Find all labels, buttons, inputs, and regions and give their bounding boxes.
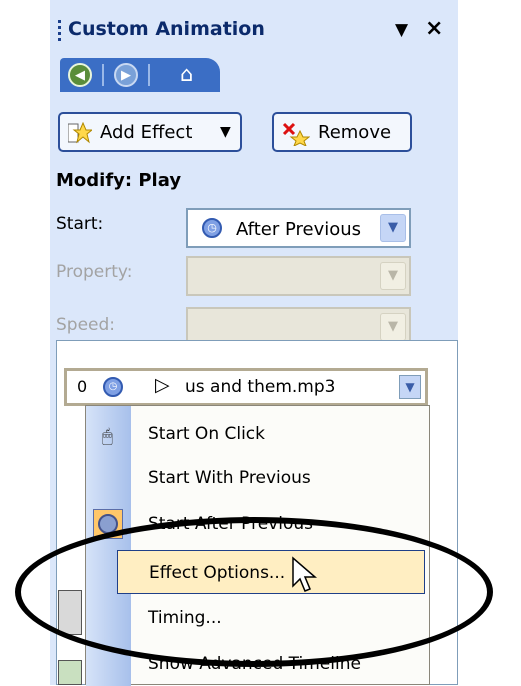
nav-separator bbox=[148, 64, 150, 86]
back-icon[interactable]: ◀ bbox=[68, 63, 92, 87]
drag-grip[interactable] bbox=[58, 20, 61, 44]
home-icon[interactable]: ⌂ bbox=[180, 62, 193, 86]
remove-effect-icon bbox=[282, 122, 310, 146]
forward-icon[interactable]: ▶ bbox=[114, 63, 138, 87]
add-effect-button[interactable]: Add Effect ▼ bbox=[58, 112, 242, 152]
add-effect-label: Add Effect bbox=[100, 122, 193, 143]
pane-navigation-bar: ◀ ▶ ⌂ bbox=[60, 58, 220, 92]
chevron-down-icon[interactable]: ▼ bbox=[380, 214, 406, 242]
chevron-down-icon[interactable]: ▼ bbox=[399, 375, 421, 399]
effect-order-number: 0 bbox=[77, 377, 88, 396]
checkbox-partial[interactable] bbox=[58, 660, 82, 685]
start-label: Start: bbox=[56, 214, 104, 234]
remove-button[interactable]: Remove bbox=[272, 112, 412, 152]
remove-label: Remove bbox=[318, 122, 392, 143]
effect-name: us and them.mp3 bbox=[185, 377, 336, 397]
start-dropdown[interactable]: ◷ After Previous ▼ bbox=[186, 208, 411, 248]
start-value: After Previous bbox=[236, 219, 362, 240]
pane-menu-button[interactable]: ▼ bbox=[395, 20, 408, 40]
chevron-down-icon: ▼ bbox=[380, 313, 406, 341]
modify-heading: Modify: Play bbox=[56, 170, 182, 191]
nav-separator bbox=[102, 64, 104, 86]
mouse-icon: 🖱 bbox=[102, 426, 113, 447]
chevron-down-icon: ▼ bbox=[380, 262, 406, 290]
clock-icon: ◷ bbox=[103, 377, 123, 397]
add-effect-star-icon bbox=[68, 122, 92, 144]
property-dropdown: ▼ bbox=[186, 256, 411, 296]
property-label: Property: bbox=[56, 262, 133, 282]
menu-item-label: Start With Previous bbox=[148, 468, 311, 488]
pane-title: Custom Animation bbox=[68, 18, 265, 40]
speed-label: Speed: bbox=[56, 315, 116, 335]
menu-item-label: Start On Click bbox=[148, 424, 265, 444]
menu-item-start-with-previous[interactable]: Start With Previous bbox=[86, 456, 429, 500]
mouse-pointer-icon bbox=[292, 556, 318, 592]
menu-item-start-on-click[interactable]: 🖱 Start On Click bbox=[86, 412, 429, 456]
task-pane-title-bar: Custom Animation ▼ × bbox=[50, 0, 458, 58]
close-button[interactable]: × bbox=[425, 16, 443, 41]
play-icon: ▷ bbox=[155, 374, 170, 396]
chevron-down-icon: ▼ bbox=[220, 124, 231, 140]
clock-icon: ◷ bbox=[202, 218, 222, 238]
effect-list-item[interactable]: 0 ◷ ▷ us and them.mp3 ▼ bbox=[64, 368, 428, 406]
highlight-ellipse bbox=[15, 517, 493, 667]
